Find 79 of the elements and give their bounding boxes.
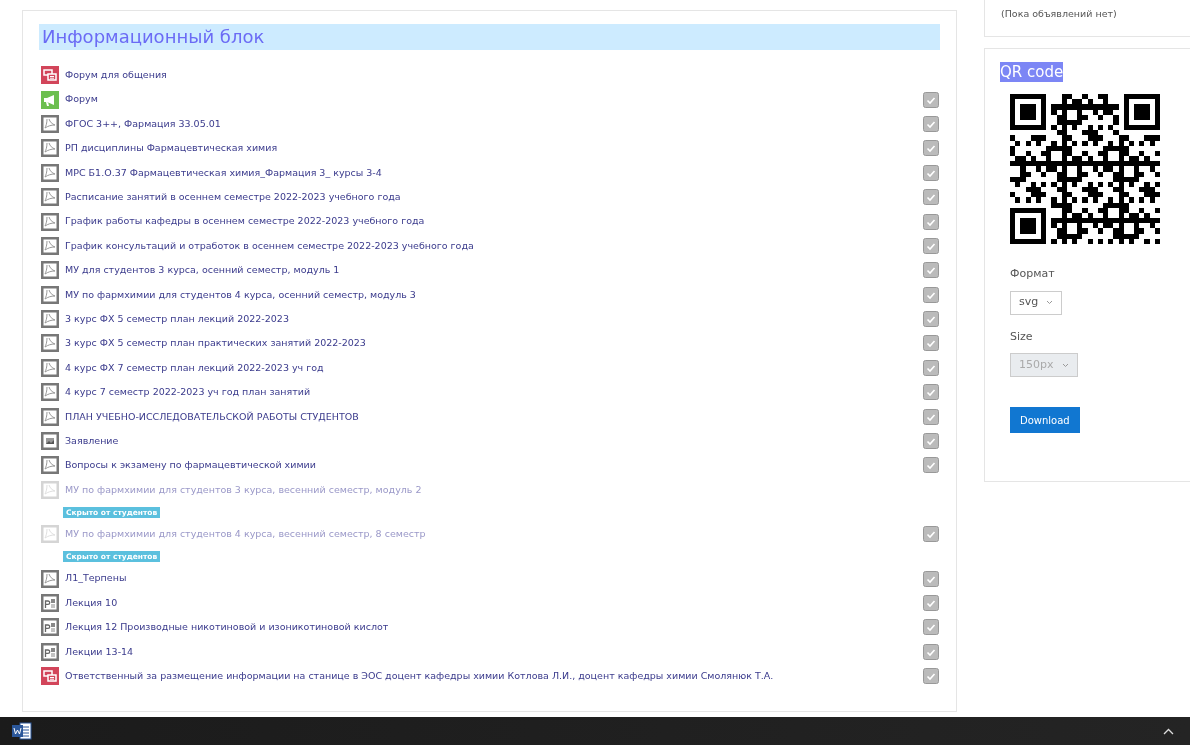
activity-link[interactable]: Ответственный за размещение информации на станице в ЭОС доцент кафедры химии Котлова Л.И., доцент кафедры химии Смолянюк Т.А. (65, 669, 774, 684)
pdf-file-icon (41, 383, 59, 402)
completion-checkbox[interactable] (923, 643, 939, 660)
completion-checkbox[interactable] (923, 286, 939, 303)
completion-checkbox[interactable] (923, 140, 939, 157)
pdf-file-icon (41, 358, 59, 377)
image-file-icon (41, 432, 59, 451)
pdf-file-icon (41, 310, 59, 329)
completion-checkbox[interactable] (923, 359, 939, 376)
activity-link[interactable]: РП дисциплины Фармацевтическая химия (65, 141, 278, 156)
activity-link[interactable]: 3 курс ФХ 5 семестр план лекций 2022-2023 (65, 311, 289, 327)
activity-link[interactable]: Л1_Терпены (65, 571, 127, 586)
pdf-file-icon (41, 525, 59, 544)
activity-link[interactable]: 4 курс ФХ 7 семестр план лекций 2022-2023 уч год (65, 360, 324, 375)
completion-checkbox[interactable] (923, 213, 939, 230)
activity-link[interactable]: 3 курс ФХ 5 семестр план практических занятий 2022-2023 (65, 336, 366, 351)
activity-link[interactable]: 4 курс 7 семестр 2022-2023 уч год план занятий (65, 385, 311, 400)
activity-link[interactable]: Расписание занятий в осеннем семестре 2022-2023 учебного года (65, 190, 401, 205)
completion-checkbox[interactable] (923, 668, 939, 685)
presentation-file-icon (41, 618, 59, 637)
document-app-icon[interactable] (12, 722, 32, 740)
pdf-file-icon (41, 188, 59, 207)
field-label: Формат (1010, 266, 1056, 282)
field-label: Size (1010, 328, 1034, 345)
activity-link[interactable]: ПЛАН УЧЕБНО-ИССЛЕДОВАТЕЛЬСКОЙ РАБОТЫ СТУДЕНТОВ (65, 409, 359, 424)
activity-link[interactable]: Форум (65, 92, 98, 107)
news-note: (Пока объявлений нет) (1001, 7, 1117, 21)
activity-link[interactable]: Лекция 10 (65, 595, 118, 611)
pdf-file-icon (41, 139, 59, 158)
completion-checkbox[interactable] (923, 595, 939, 611)
activity-link[interactable]: График работы кафедры в осеннем семестре 2022-2023 учебного года (65, 214, 425, 229)
completion-checkbox[interactable] (923, 384, 939, 401)
chevron-up-icon[interactable] (1163, 727, 1174, 735)
pdf-file-icon (41, 456, 59, 475)
chevron-down-icon (1061, 362, 1069, 368)
completion-checkbox[interactable] (923, 526, 939, 543)
pdf-file-icon (41, 236, 59, 255)
pdf-file-icon (41, 569, 59, 588)
presentation-file-icon (41, 594, 59, 612)
completion-checkbox[interactable] (923, 619, 939, 636)
pdf-file-icon (41, 212, 59, 231)
activity-link[interactable]: ФГОС 3++, Фармация 33.05.01 (65, 116, 221, 132)
activity-link[interactable]: Лекции 13-14 (65, 644, 134, 659)
megaphone-icon (41, 90, 59, 109)
activity-link[interactable]: График консультаций и отработок в осеннем семестре 2022-2023 учебного года (65, 238, 474, 254)
select-field[interactable]: svg (1010, 290, 1063, 315)
pdf-file-icon (41, 285, 59, 304)
pdf-file-icon (41, 480, 59, 499)
completion-checkbox[interactable] (923, 408, 939, 425)
activity-link[interactable]: МРС Б1.О.37 Фармацевтическая химия_Фармация 3_ курсы 3-4 (65, 165, 382, 180)
completion-checkbox[interactable] (923, 262, 939, 279)
completion-checkbox[interactable] (923, 311, 939, 328)
activity-link[interactable]: Форум для общения (65, 68, 167, 83)
activity-link[interactable]: МУ по фармхимии для студентов 4 курса, осенний семестр, модуль 3 (65, 287, 416, 302)
section-heading: Информационный блок (39, 24, 940, 50)
completion-checkbox[interactable] (923, 91, 939, 108)
activity-link[interactable]: Лекция 12 Производные никотиновой и изоникотиновой кислот (65, 620, 389, 635)
pdf-file-icon (41, 407, 59, 426)
activity-link[interactable]: МУ для студентов 3 курса, осенний семестр, модуль 1 (65, 263, 340, 278)
activity-link[interactable]: Вопросы к экзамену по фармацевтической химии (65, 458, 316, 473)
download-button[interactable]: Download (1010, 407, 1080, 433)
completion-checkbox[interactable] (923, 237, 939, 254)
pdf-file-icon (41, 334, 59, 353)
pdf-file-icon (41, 261, 59, 280)
completion-checkbox[interactable] (923, 335, 939, 352)
pdf-file-icon (41, 163, 59, 182)
completion-checkbox[interactable] (923, 570, 939, 587)
activity-link[interactable]: Заявление (65, 433, 119, 449)
completion-checkbox[interactable] (923, 115, 939, 132)
chevron-down-icon (1046, 300, 1054, 305)
chat-bubbles-icon (41, 66, 59, 85)
card-heading: QR code (1000, 62, 1064, 82)
completion-checkbox[interactable] (923, 164, 939, 181)
completion-checkbox[interactable] (923, 189, 939, 206)
pdf-file-icon (41, 114, 59, 133)
presentation-file-icon (41, 642, 59, 661)
chat-bubbles-icon (41, 667, 59, 686)
completion-checkbox[interactable] (923, 457, 939, 474)
completion-checkbox[interactable] (923, 433, 939, 450)
